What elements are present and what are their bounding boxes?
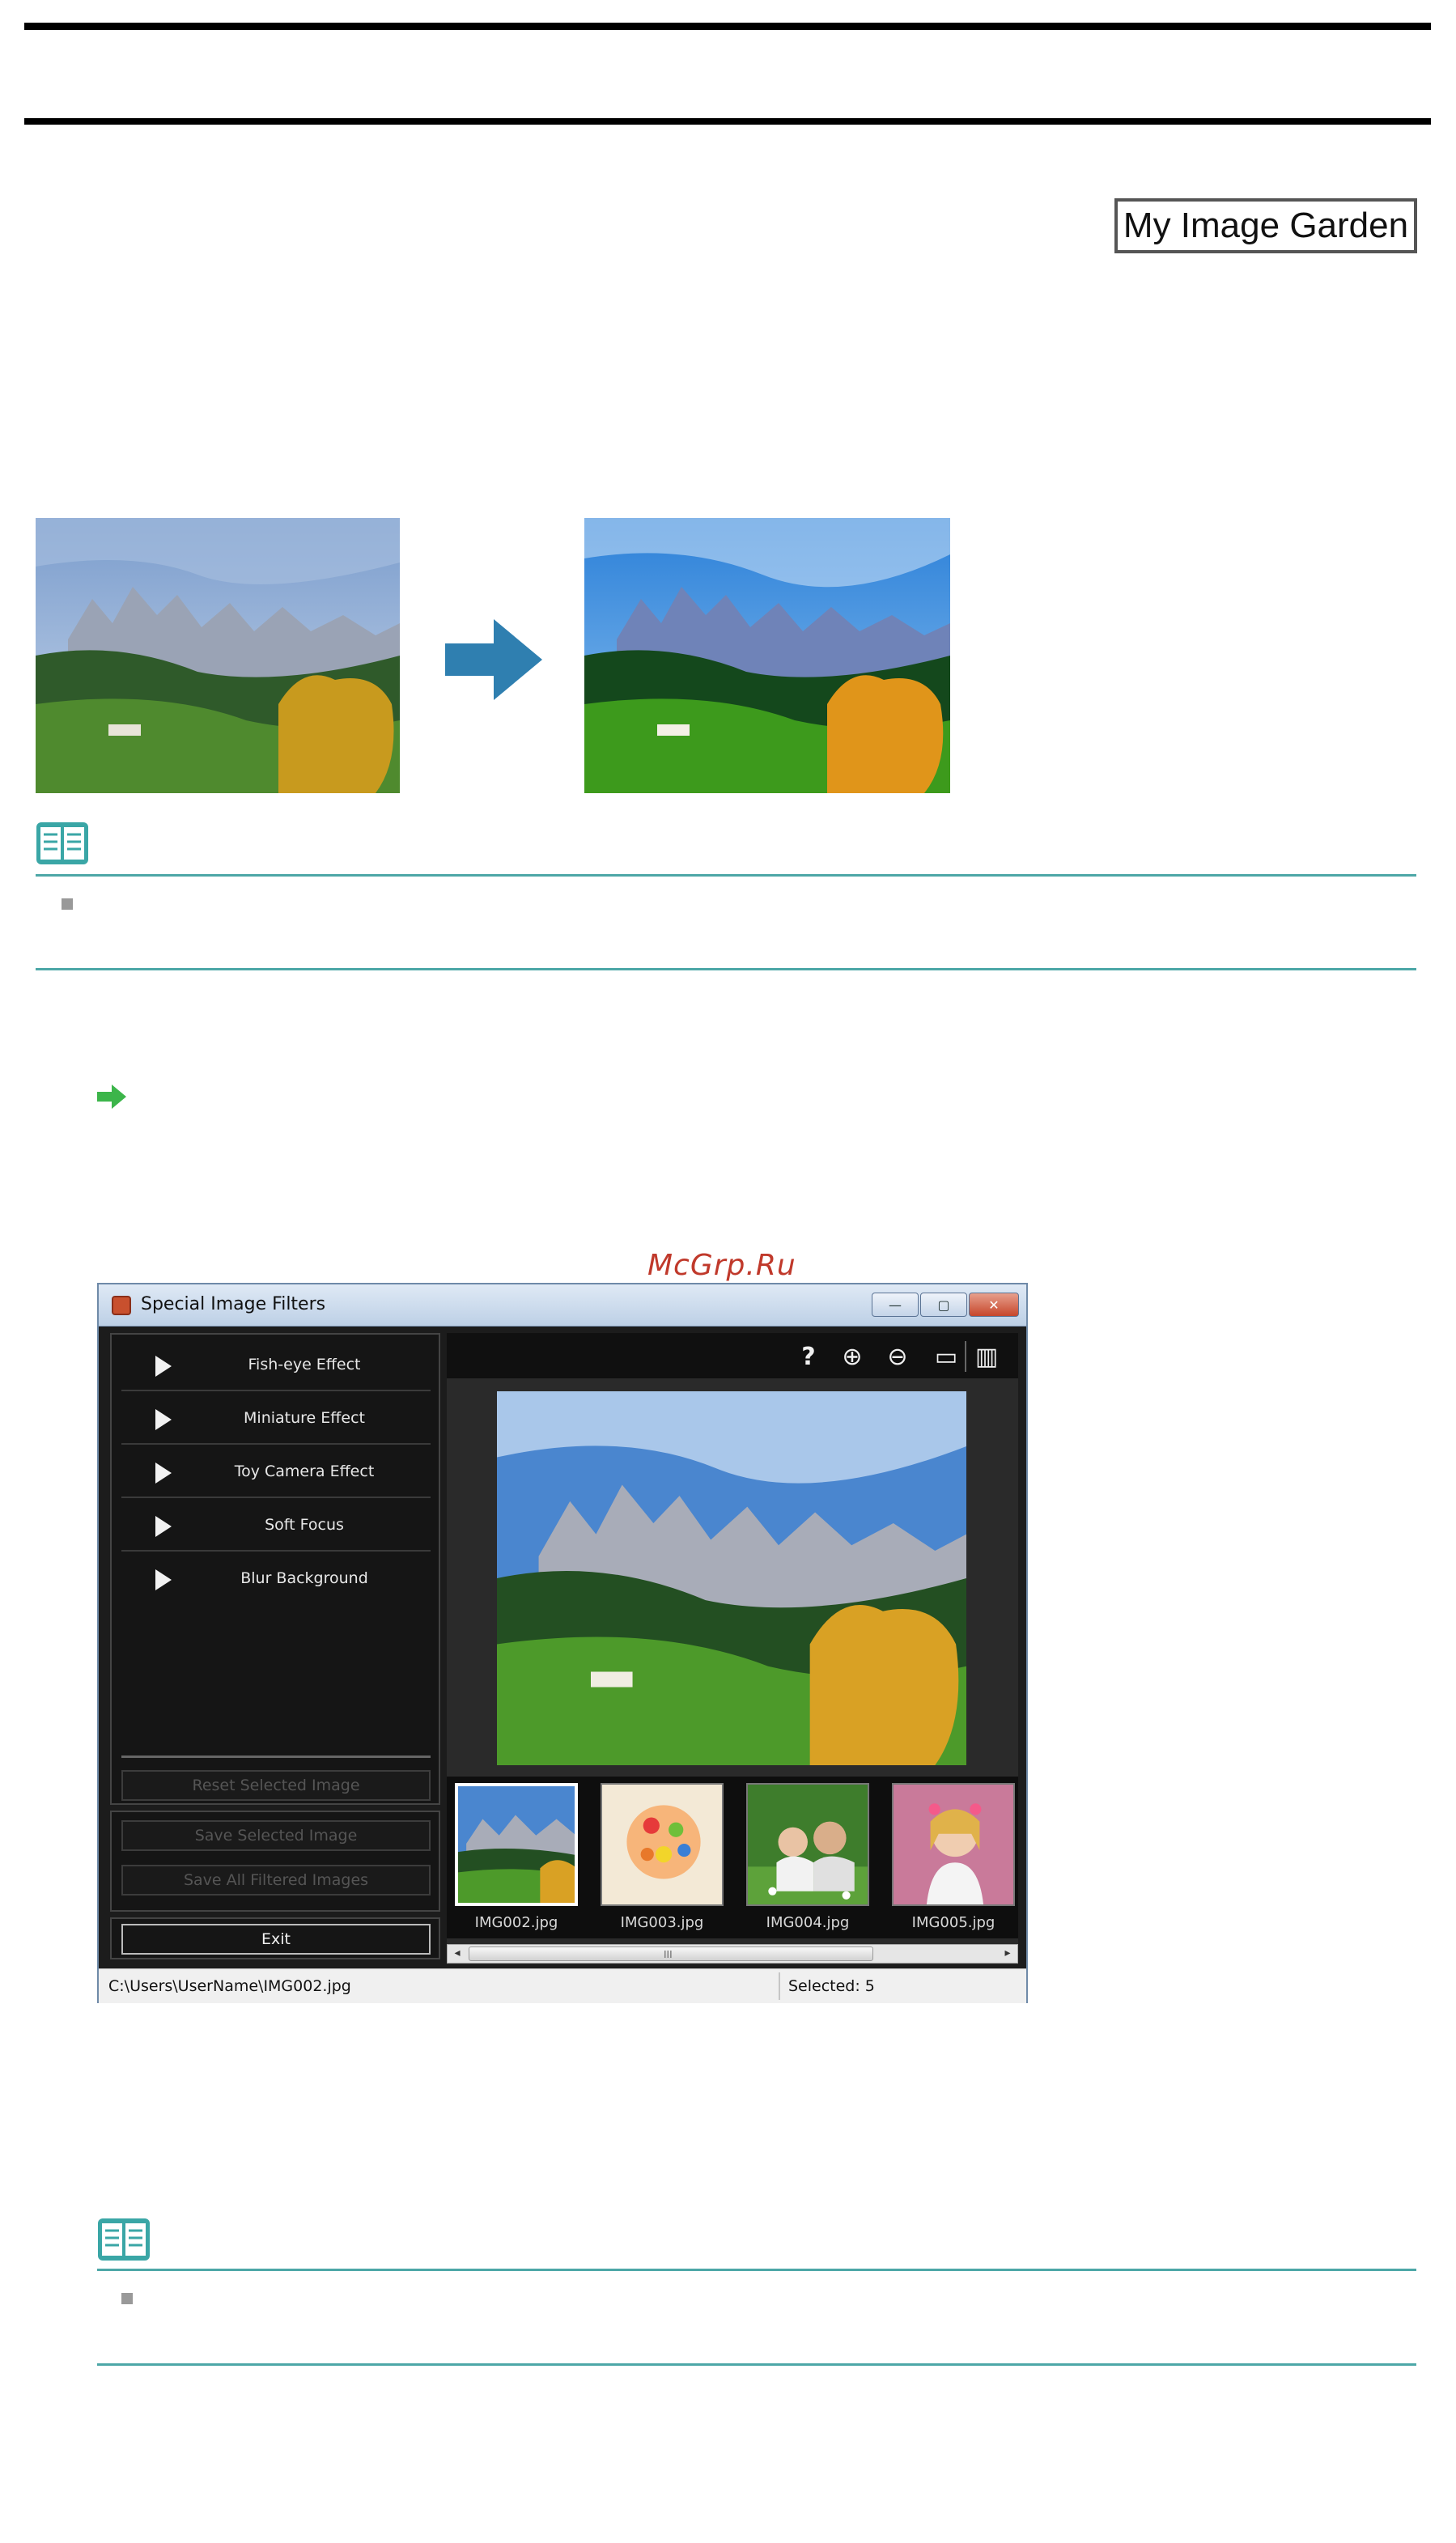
thumbnail[interactable]: IMG004.jpg — [746, 1783, 869, 1931]
effect-blur-background[interactable]: Blur Background — [121, 1555, 431, 1605]
thumbnail-image — [892, 1783, 1015, 1906]
thumbnail-image — [601, 1783, 724, 1906]
green-arrow-icon[interactable] — [97, 1085, 126, 1109]
window-title: Special Image Filters — [141, 1294, 326, 1314]
left-panel: Fish-eye Effect Miniature Effect Toy Cam… — [110, 1333, 440, 1960]
watermark-text: McGrp.Ru — [647, 1249, 796, 1282]
status-file-path: C:\Users\UserName\IMG002.jpg — [108, 1977, 351, 1995]
effect-label: Blur Background — [240, 1569, 368, 1587]
note-bottom-rule — [97, 2363, 1416, 2366]
preview-panel: ? ⊕ ⊖ ▭ ▥ IMG002.jpg IMG003.jpg IMG004.j… — [447, 1333, 1018, 1964]
effect-label: Soft Focus — [265, 1516, 344, 1534]
play-icon — [155, 1516, 172, 1537]
play-icon — [155, 1409, 172, 1430]
effect-label: Toy Camera Effect — [234, 1463, 375, 1480]
effect-toy-camera[interactable]: Toy Camera Effect — [121, 1448, 431, 1498]
effect-soft-focus[interactable]: Soft Focus — [121, 1501, 431, 1552]
thumbnail-image — [746, 1783, 869, 1906]
top-rule — [24, 23, 1431, 30]
exit-button[interactable]: Exit — [121, 1924, 431, 1955]
thumbnail-name: IMG004.jpg — [766, 1914, 850, 1931]
thumbnail-image — [455, 1783, 578, 1906]
note-bottom-rule — [36, 968, 1416, 970]
thumbnail[interactable]: IMG003.jpg — [601, 1783, 724, 1931]
status-bar: C:\Users\UserName\IMG002.jpg Selected: 5 — [99, 1968, 1026, 2003]
arrow-right-icon — [445, 619, 542, 700]
horizontal-scrollbar[interactable]: ◂ III ▸ — [447, 1944, 1018, 1964]
compare-icon[interactable]: ▥ — [973, 1343, 1000, 1371]
maximize-button[interactable]: ▢ — [920, 1293, 967, 1317]
status-selected-count: Selected: 5 — [788, 1977, 875, 1995]
effect-fish-eye[interactable]: Fish-eye Effect — [121, 1341, 431, 1391]
note-top-rule — [36, 874, 1416, 877]
help-icon[interactable]: ? — [795, 1343, 822, 1371]
app-icon — [112, 1296, 131, 1315]
effects-divider — [121, 1755, 431, 1758]
play-icon — [155, 1463, 172, 1484]
special-image-filters-window: Special Image Filters — ▢ ✕ Fish-eye Eff… — [97, 1283, 1028, 2003]
save-all-filtered-images-button[interactable]: Save All Filtered Images — [121, 1865, 431, 1896]
thumbnail[interactable]: IMG002.jpg — [455, 1783, 578, 1931]
thumbnail-strip: IMG002.jpg IMG003.jpg IMG004.jpg IMG005.… — [447, 1777, 1018, 1938]
zoom-out-icon[interactable]: ⊖ — [884, 1343, 911, 1371]
header-rule — [24, 118, 1431, 125]
toolbar-divider — [965, 1341, 966, 1372]
save-group: Save Selected Image Save All Filtered Im… — [110, 1811, 440, 1912]
status-divider — [779, 1972, 780, 2000]
preview-toolbar: ? ⊕ ⊖ ▭ ▥ — [447, 1333, 1018, 1378]
before-photo — [36, 518, 400, 793]
effect-label: Miniature Effect — [244, 1409, 365, 1427]
note-top-rule — [97, 2269, 1416, 2271]
play-icon — [155, 1356, 172, 1377]
save-selected-image-button[interactable]: Save Selected Image — [121, 1820, 431, 1851]
preview-image[interactable] — [497, 1391, 966, 1765]
full-view-icon[interactable]: ▭ — [932, 1343, 960, 1371]
scroll-right-icon[interactable]: ▸ — [1000, 1947, 1016, 1961]
close-button[interactable]: ✕ — [969, 1293, 1019, 1317]
after-photo — [584, 518, 950, 793]
scrollbar-grip-icon: III — [664, 1949, 673, 1960]
scroll-left-icon[interactable]: ◂ — [449, 1947, 465, 1961]
reset-selected-image-button[interactable]: Reset Selected Image — [121, 1770, 431, 1801]
thumbnail-name: IMG003.jpg — [620, 1914, 704, 1931]
thumbnail[interactable]: IMG005.jpg — [892, 1783, 1015, 1931]
effect-miniature[interactable]: Miniature Effect — [121, 1395, 431, 1445]
zoom-in-icon[interactable]: ⊕ — [838, 1343, 866, 1371]
exit-group: Exit — [110, 1917, 440, 1959]
note-book-icon — [97, 2218, 151, 2261]
window-titlebar[interactable]: Special Image Filters — ▢ ✕ — [99, 1284, 1026, 1327]
effects-list: Fish-eye Effect Miniature Effect Toy Cam… — [110, 1333, 440, 1805]
effect-label: Fish-eye Effect — [248, 1356, 361, 1373]
product-badge: My Image Garden — [1114, 198, 1417, 253]
bullet-icon — [121, 2293, 133, 2304]
play-icon — [155, 1569, 172, 1590]
thumbnail-name: IMG002.jpg — [474, 1914, 558, 1931]
note-book-icon — [36, 821, 89, 865]
bullet-icon — [62, 898, 73, 910]
thumbnail-name: IMG005.jpg — [911, 1914, 995, 1931]
minimize-button[interactable]: — — [872, 1293, 919, 1317]
scrollbar-thumb[interactable]: III — [469, 1947, 873, 1961]
